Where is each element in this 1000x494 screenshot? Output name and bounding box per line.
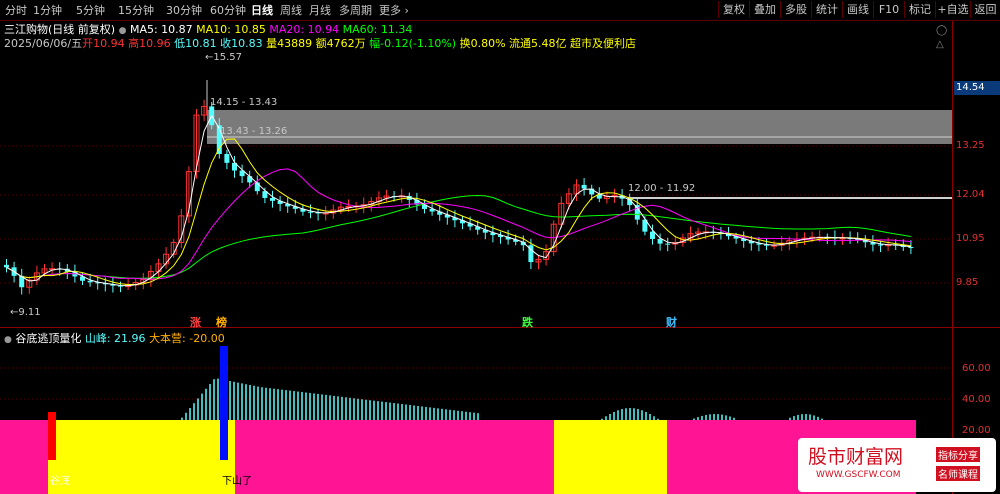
peak-value: 15.57 xyxy=(213,52,243,63)
candle xyxy=(224,154,230,163)
open-value: 开10.94 xyxy=(82,37,125,50)
watermark-tag-2: 名师课程 xyxy=(936,466,980,481)
close-value: 收10.83 xyxy=(220,37,263,50)
watermark-url: WWW.GSCFW.COM xyxy=(816,470,901,480)
close-small-icon[interactable]: ◯ xyxy=(936,25,947,36)
sector-value[interactable]: 超市及便利店 xyxy=(570,37,636,50)
period-tab-weekly[interactable]: 周线 xyxy=(280,3,302,19)
zone-pink-1 xyxy=(0,420,48,494)
watermark-box: 股市财富网 WWW.GSCFW.COM 指标分享 名师课程 xyxy=(798,438,996,492)
button-fuquan[interactable]: 复权 xyxy=(718,1,749,18)
pane-separator xyxy=(0,327,1000,328)
label-xiashan: 下山了 xyxy=(222,476,252,487)
candle xyxy=(581,184,587,189)
label-gudi: 谷底 xyxy=(50,476,70,487)
button-biaoji[interactable]: 标记 xyxy=(904,1,935,18)
band-label-3: 12.00 - 11.92 xyxy=(628,183,696,194)
event-cai[interactable]: 财 xyxy=(666,314,677,330)
event-zhang[interactable]: 涨 xyxy=(190,314,201,330)
axis-label-1204: 12.04 xyxy=(956,189,985,200)
candle xyxy=(908,246,914,249)
period-tab-multi[interactable]: 多周期 xyxy=(339,3,372,19)
band-label-1: 14.15 - 13.43 xyxy=(210,97,278,108)
candle xyxy=(4,264,9,268)
current-price-tag: 14.54 xyxy=(954,81,1000,95)
ma20-line xyxy=(6,168,911,280)
button-add-watchlist[interactable]: +自选 xyxy=(935,1,970,18)
button-back[interactable]: 返回 xyxy=(970,1,1000,18)
indicator-axis-20: 20.00 xyxy=(962,425,991,436)
ohlc-info-line: 2025/06/06/五开10.94 高10.96 低10.81 收10.83 … xyxy=(4,35,636,51)
chevron-right-icon: › xyxy=(404,4,409,17)
candlestick-chart[interactable] xyxy=(0,50,952,327)
more-label: 更多 xyxy=(379,4,401,17)
button-duogu[interactable]: 多股 xyxy=(780,1,811,18)
amount-value: 额4762万 xyxy=(315,37,366,50)
period-toolbar: 分时 1分钟 5分钟 15分钟 30分钟 60分钟 日线 周线 月线 多周期 更… xyxy=(0,0,1000,21)
period-tab-more[interactable]: 更多 › xyxy=(379,3,409,19)
axis-label-985: 9.85 xyxy=(956,277,979,288)
quote-date: 2025/06/06/五 xyxy=(4,37,83,50)
candle xyxy=(657,238,663,244)
period-tab-1min[interactable]: 1分钟 xyxy=(33,3,62,19)
axis-label-1095: 10.95 xyxy=(956,233,985,244)
low-annotation: ←9.11 xyxy=(10,307,41,318)
band-label-2: 13.43 - 13.26 xyxy=(220,126,288,137)
low-value: 9.11 xyxy=(18,307,41,318)
candle xyxy=(665,243,671,245)
xiashan-signal-bar xyxy=(220,346,228,460)
candle xyxy=(87,280,93,283)
watermark-title: 股市财富网 xyxy=(808,446,904,468)
turnover-value: 换0.80% xyxy=(459,37,506,50)
period-tab-daily[interactable]: 日线 xyxy=(251,3,273,19)
period-tab-monthly[interactable]: 月线 xyxy=(309,3,331,19)
watermark-tag-1: 指标分享 xyxy=(936,447,980,462)
zone-yellow-1 xyxy=(48,420,235,494)
button-huaxian[interactable]: 画线 xyxy=(842,1,873,18)
period-tab-15min[interactable]: 15分钟 xyxy=(118,3,154,19)
indicator-axis-60: 60.00 xyxy=(962,363,991,374)
candle xyxy=(270,197,275,201)
resistance-band xyxy=(207,110,952,144)
float-value: 流通5.48亿 xyxy=(509,37,567,50)
axis-label-1325: 13.25 xyxy=(956,140,985,151)
period-tab-60min[interactable]: 60分钟 xyxy=(210,3,246,19)
candle xyxy=(247,176,253,183)
low-value: 低10.81 xyxy=(174,37,217,50)
ma10-line xyxy=(6,138,911,285)
gudi-signal-bar xyxy=(48,412,56,460)
button-f10[interactable]: F10 xyxy=(873,1,904,18)
change-value: 幅-0.12(-1.10%) xyxy=(369,37,457,50)
volume-value: 量43889 xyxy=(266,37,313,50)
button-diejia[interactable]: 叠加 xyxy=(749,1,780,18)
period-tab-30min[interactable]: 30分钟 xyxy=(166,3,202,19)
period-tab-fenshi[interactable]: 分时 xyxy=(5,3,27,19)
candle xyxy=(878,244,883,246)
event-die[interactable]: 跌 xyxy=(522,314,533,330)
zone-pink-2 xyxy=(235,420,554,494)
candle xyxy=(308,211,313,213)
high-value: 高10.96 xyxy=(128,37,171,50)
collapse-icon[interactable]: △ xyxy=(936,39,944,50)
indicator-axis-40: 40.00 xyxy=(962,394,991,405)
event-bang[interactable]: 榜 xyxy=(216,314,227,330)
zone-yellow-2 xyxy=(554,420,667,494)
period-tab-5min[interactable]: 5分钟 xyxy=(76,3,105,19)
peak-annotation: ←15.57 xyxy=(205,52,243,63)
candle xyxy=(650,231,655,239)
ma60-line xyxy=(6,194,911,279)
button-tongji[interactable]: 统计 xyxy=(811,1,842,18)
